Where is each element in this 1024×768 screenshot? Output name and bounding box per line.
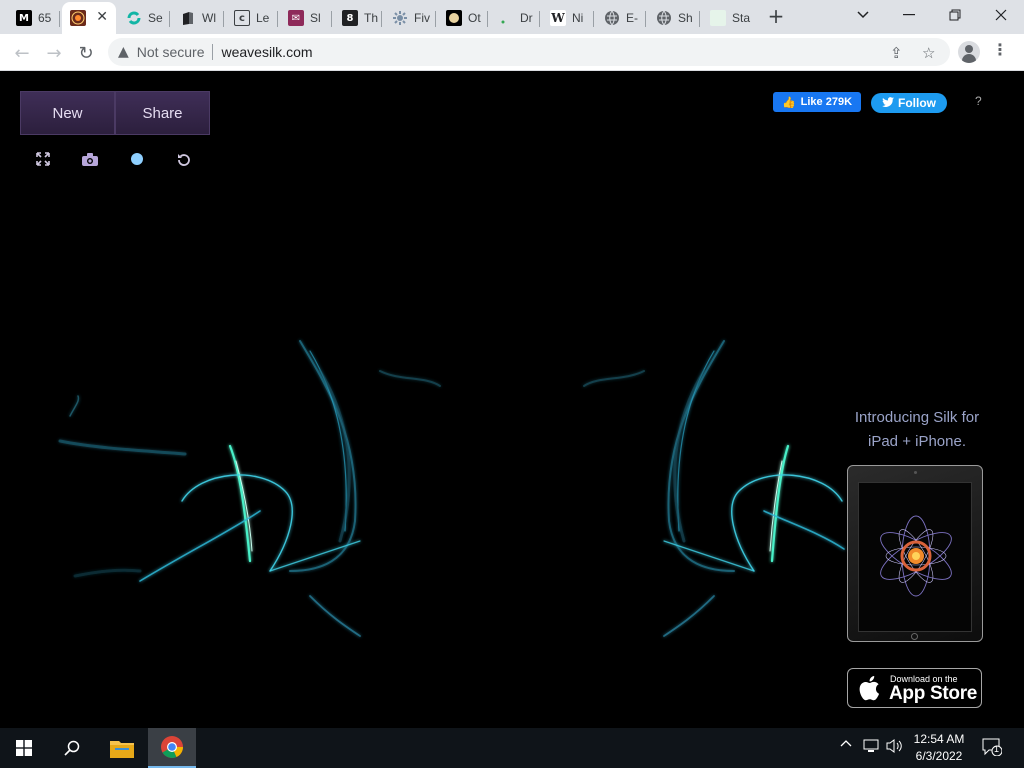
- silk-canvas-page[interactable]: New Share 👍 Like 279K Follow ? Introduci…: [0, 71, 1024, 728]
- tab-label: Ot: [468, 11, 481, 25]
- globe-icon: [604, 10, 620, 26]
- letter-c-icon: c: [234, 10, 250, 26]
- share-button[interactable]: Share: [115, 91, 210, 135]
- reload-button[interactable]: ↻: [72, 39, 100, 67]
- blank-page-icon: [710, 10, 726, 26]
- close-tab-icon[interactable]: ✕: [96, 9, 108, 25]
- tab-sh[interactable]: Sh: [648, 4, 700, 32]
- tab-ot[interactable]: Ot: [438, 4, 488, 32]
- windows-taskbar: 12:54 AM 6/3/2022 1: [0, 728, 1024, 768]
- tab-fiv[interactable]: Fiv: [384, 4, 436, 32]
- volume-icon[interactable]: [886, 738, 904, 758]
- silk-strands-left: [58, 340, 441, 637]
- profile-avatar-icon[interactable]: [958, 41, 980, 63]
- clock-date: 6/3/2022: [915, 749, 963, 763]
- help-link[interactable]: ?: [975, 94, 982, 108]
- file-explorer-icon[interactable]: [98, 728, 146, 768]
- security-label[interactable]: Not secure: [137, 44, 205, 60]
- fullscreen-icon[interactable]: [33, 149, 53, 169]
- refresh-logo-icon: [126, 10, 142, 26]
- ticket-icon: ✉: [288, 10, 304, 26]
- tab-label: Wl: [202, 11, 216, 25]
- medium-icon: M: [16, 10, 32, 26]
- browser-toolbar: ← → ↻ ▲ Not secure weavesilk.com ⇪ ☆ ⋮: [0, 34, 1024, 71]
- tab-weavesilk[interactable]: ✕: [62, 2, 116, 34]
- tab-label: 65: [38, 11, 52, 25]
- silk-icon: [70, 10, 86, 26]
- tab-strip: M 65 ✕ Se Wl c Le ✉ Sl 8 Th Fiv Ot Dr W …: [0, 0, 1024, 34]
- thumbs-up-icon: 👍: [781, 96, 796, 109]
- app-store-badge[interactable]: Download on the App Store: [847, 668, 982, 708]
- new-button[interactable]: New: [20, 91, 115, 135]
- tab-label: Sh: [678, 11, 693, 25]
- tab-sta[interactable]: Sta: [702, 4, 754, 32]
- url-text[interactable]: weavesilk.com: [221, 44, 312, 60]
- show-hidden-icons-chevron-icon[interactable]: [840, 738, 852, 754]
- forward-button[interactable]: →: [40, 39, 68, 67]
- restore-button[interactable]: [932, 0, 978, 30]
- twitter-follow-button[interactable]: Follow: [871, 93, 947, 113]
- tab-label: Se: [148, 11, 163, 25]
- appstore-big-label: App Store: [889, 683, 978, 704]
- back-button[interactable]: ←: [8, 39, 36, 67]
- address-bar[interactable]: ▲ Not secure weavesilk.com ⇪ ☆: [108, 38, 950, 66]
- globe-icon: [656, 10, 672, 26]
- network-icon[interactable]: [862, 738, 880, 758]
- minimize-button[interactable]: [886, 0, 932, 30]
- tab-sl[interactable]: ✉ Sl: [280, 4, 332, 32]
- gear-flower-icon: [392, 10, 408, 26]
- tab-label: Le: [256, 11, 270, 25]
- bookmark-star-icon[interactable]: ☆: [922, 44, 935, 62]
- tab-search-button[interactable]: [840, 0, 886, 30]
- system-clock[interactable]: 12:54 AM 6/3/2022: [906, 731, 972, 765]
- twitter-follow-label: Follow: [898, 96, 936, 110]
- ios-promo-text: Introducing Silk for iPad + iPhone.: [846, 406, 988, 454]
- planet-icon: [446, 10, 462, 26]
- clock-time: 12:54 AM: [913, 732, 965, 746]
- chrome-taskbar-icon[interactable]: [148, 728, 196, 768]
- dot-icon: [498, 10, 514, 26]
- silk-mandala-icon: [880, 515, 952, 597]
- tab-label: E-: [626, 11, 638, 25]
- wikipedia-icon: W: [550, 10, 566, 26]
- facebook-like-button[interactable]: 👍 Like 279K: [773, 92, 861, 112]
- undo-icon[interactable]: [174, 149, 194, 169]
- twitter-bird-icon: [882, 96, 894, 110]
- tab-label: Th: [364, 11, 379, 25]
- tab-se[interactable]: Se: [118, 4, 170, 32]
- book-icon: [180, 10, 196, 26]
- tab-th[interactable]: 8 Th: [334, 4, 382, 32]
- tab-label: Sl: [310, 11, 321, 25]
- notification-count: 1: [994, 744, 1000, 754]
- tab-le[interactable]: c Le: [226, 4, 278, 32]
- search-icon[interactable]: [48, 728, 96, 768]
- camera-icon[interactable]: [80, 149, 100, 169]
- warning-icon[interactable]: ▲: [118, 44, 129, 60]
- promo-line-2: iPad + iPhone.: [868, 433, 966, 450]
- apple-logo-icon: [858, 675, 880, 705]
- tab-medium[interactable]: M 65: [8, 4, 60, 32]
- omnibox-divider: [212, 44, 214, 60]
- windows-start-icon[interactable]: [0, 728, 48, 768]
- tab-ni[interactable]: W Ni: [542, 4, 594, 32]
- action-button-group: New Share: [20, 91, 210, 135]
- tab-e[interactable]: E-: [596, 4, 646, 32]
- color-picker-icon[interactable]: [127, 149, 147, 169]
- ipad-preview-image[interactable]: [847, 465, 983, 642]
- tab-label: Dr: [520, 11, 533, 25]
- silk-strands-right: [583, 340, 845, 637]
- facebook-like-label: Like 279K: [800, 96, 853, 108]
- tab-label: Ni: [572, 11, 584, 25]
- tab-label: Sta: [732, 11, 751, 25]
- chrome-menu-icon[interactable]: ⋮: [992, 40, 1008, 59]
- tab-wl[interactable]: Wl: [172, 4, 224, 32]
- tab-dr[interactable]: Dr: [490, 4, 540, 32]
- tab-label: Fiv: [414, 11, 430, 25]
- promo-line-1: Introducing Silk for: [854, 409, 980, 426]
- share-icon[interactable]: ⇪: [890, 44, 903, 62]
- theme-icon: 8: [342, 10, 358, 26]
- notification-center-icon[interactable]: 1: [982, 738, 1003, 757]
- new-tab-button[interactable]: +: [762, 5, 790, 29]
- close-window-button[interactable]: [978, 0, 1024, 30]
